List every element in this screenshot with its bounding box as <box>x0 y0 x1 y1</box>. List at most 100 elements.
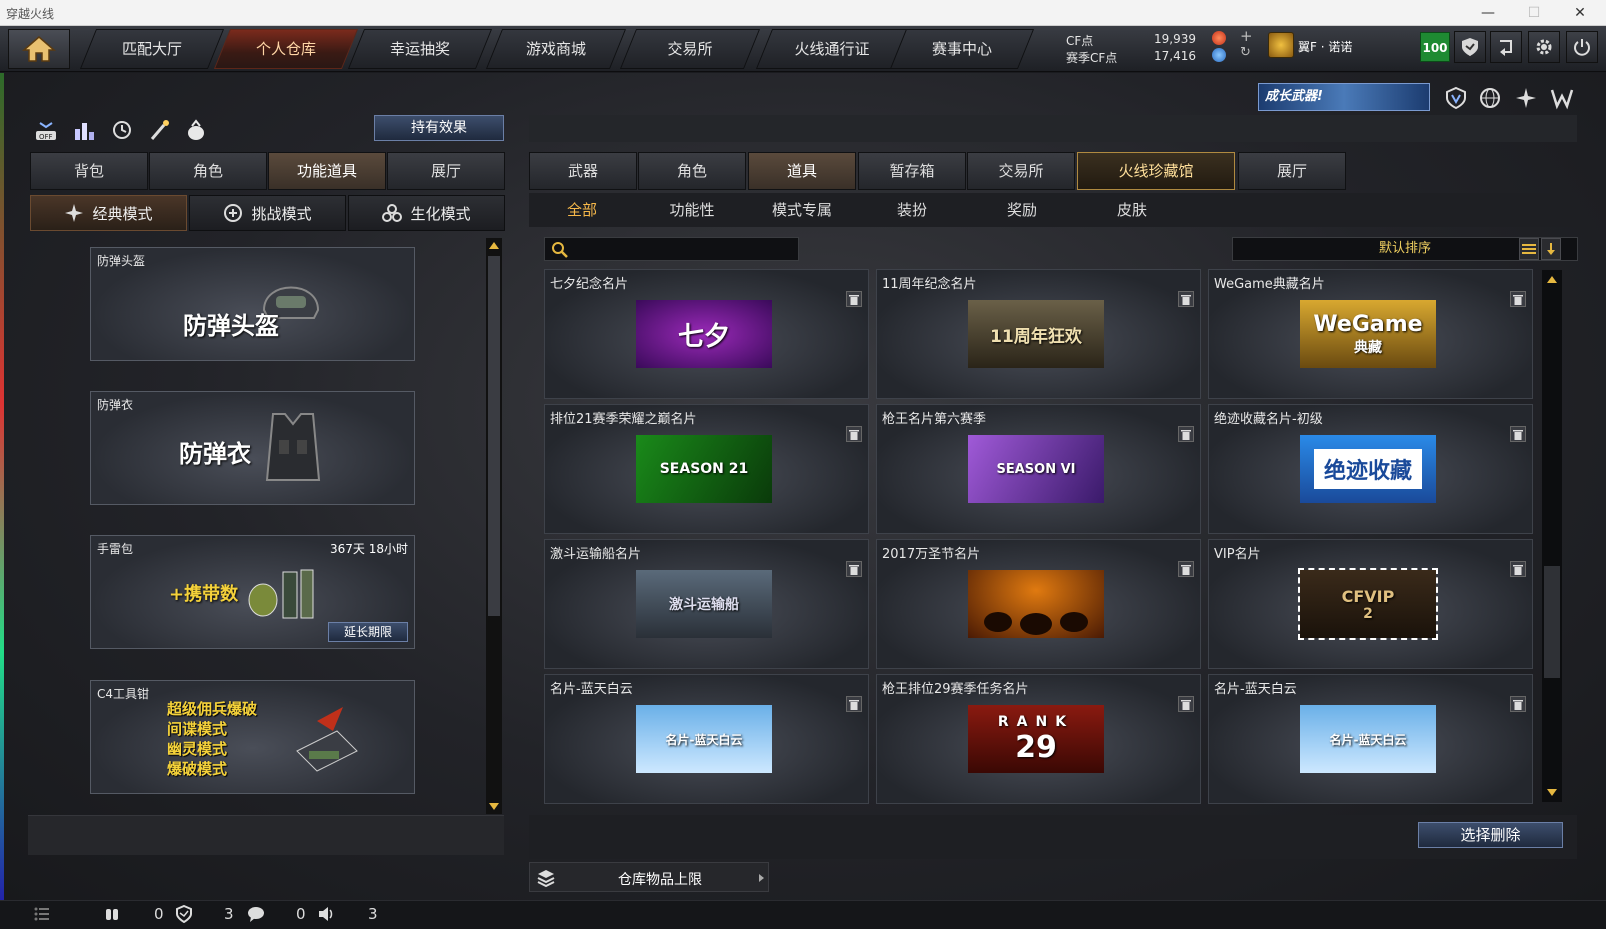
left-tab[interactable]: 展厅 <box>387 152 505 190</box>
trash-icon[interactable] <box>1510 426 1526 442</box>
trash-icon[interactable] <box>1178 696 1194 712</box>
mode-tab[interactable]: 生化模式 <box>348 195 505 231</box>
close-button[interactable]: ✕ <box>1562 2 1598 24</box>
recharge-icon[interactable]: + <box>1240 27 1253 45</box>
trash-icon[interactable] <box>846 696 862 712</box>
return-icon[interactable] <box>1490 31 1522 63</box>
right-tab[interactable]: 交易所 <box>967 152 1075 190</box>
growth-weapon-banner[interactable]: 成长武器! <box>1258 83 1430 111</box>
shield-icon[interactable] <box>1454 31 1486 63</box>
friends-icon[interactable] <box>102 904 122 924</box>
collection-card[interactable]: 11周年纪念名片 11周年狂欢 <box>876 269 1201 399</box>
gear-icon[interactable] <box>1528 31 1560 63</box>
trash-icon[interactable] <box>1510 696 1526 712</box>
minimize-button[interactable]: — <box>1470 2 1506 24</box>
item-card-helmet[interactable]: 防弹头盔 防弹头盔 <box>90 247 415 361</box>
right-tab[interactable]: 角色 <box>638 152 746 190</box>
scroll-down-arrow[interactable] <box>489 803 499 810</box>
collection-card[interactable]: VIP名片 CFVIP 2 <box>1208 539 1533 669</box>
history-icon[interactable] <box>108 117 136 143</box>
scroll-down-arrow[interactable] <box>1547 789 1557 796</box>
collection-card[interactable]: WeGame典藏名片 WeGame 典藏 <box>1208 269 1533 399</box>
list-view-icon[interactable] <box>1519 238 1539 260</box>
trash-icon[interactable] <box>846 426 862 442</box>
right-tab[interactable]: 道具 <box>748 152 856 190</box>
nav-tab[interactable]: 火线通行证 <box>755 29 909 69</box>
left-tab[interactable]: 角色 <box>149 152 267 190</box>
trash-icon[interactable] <box>1510 291 1526 307</box>
capacity-bar[interactable]: 仓库物品上限 <box>529 862 769 892</box>
magic-icon[interactable] <box>146 117 174 143</box>
scroll-thumb[interactable] <box>488 256 500 616</box>
hold-effect-button[interactable]: 持有效果 <box>374 115 504 141</box>
nav-tab[interactable]: 交易所 <box>619 29 761 69</box>
toggle-off-icon[interactable]: OFF <box>32 117 60 143</box>
item-card-grenade-pack[interactable]: 手雷包 367天 18小时 +携带数 延长期限 <box>90 535 415 649</box>
home-button[interactable] <box>8 29 70 69</box>
trash-icon[interactable] <box>1178 291 1194 307</box>
right-tab[interactable]: 暂存箱 <box>858 152 966 190</box>
left-scrollbar[interactable] <box>486 238 502 814</box>
subtab[interactable]: 模式专属 <box>752 193 852 227</box>
card-name: 枪王名片第六赛季 <box>882 412 987 427</box>
trash-icon[interactable] <box>846 561 862 577</box>
select-delete-button[interactable]: 选择删除 <box>1418 822 1563 848</box>
subtab[interactable]: 奖励 <box>972 193 1072 227</box>
power-icon[interactable] <box>1566 31 1598 63</box>
nav-tab[interactable]: 个人仓库 <box>213 29 359 69</box>
sort-desc-icon[interactable] <box>1541 238 1561 260</box>
nav-tab[interactable]: 匹配大厅 <box>79 29 225 69</box>
badge-v-icon[interactable] <box>1442 84 1470 112</box>
collection-card[interactable]: 七夕纪念名片 七夕 <box>544 269 869 399</box>
refresh-icon[interactable]: ↻ <box>1240 45 1251 60</box>
subtab[interactable]: 全部 <box>532 193 632 227</box>
globe-icon[interactable] <box>1476 84 1504 112</box>
scroll-thumb[interactable] <box>1544 566 1560 678</box>
w-logo-icon[interactable] <box>1548 84 1576 112</box>
mode-tab[interactable]: 经典模式 <box>30 195 187 231</box>
trash-icon[interactable] <box>846 291 862 307</box>
item-card-vest[interactable]: 防弹衣 防弹衣 <box>90 391 415 505</box>
ranking-icon[interactable] <box>70 117 98 143</box>
nav-tab[interactable]: 赛事中心 <box>889 29 1035 69</box>
collection-card[interactable]: 绝迹收藏名片-初级 绝迹收藏 <box>1208 404 1533 534</box>
collection-card[interactable]: 枪王排位29赛季任务名片 RANK 29 <box>876 674 1201 804</box>
chat-icon[interactable] <box>246 904 266 924</box>
expand-arrow-icon[interactable] <box>759 874 764 882</box>
nav-tab[interactable]: 幸运抽奖 <box>347 29 493 69</box>
nav-tab[interactable]: 游戏商城 <box>485 29 627 69</box>
speaker-icon[interactable] <box>316 904 336 924</box>
level-badge[interactable]: 100 <box>1420 32 1450 62</box>
search-box[interactable] <box>544 237 799 261</box>
clan-shield-icon[interactable] <box>174 904 194 924</box>
right-scrollbar[interactable] <box>1542 270 1562 802</box>
extend-duration-button[interactable]: 延长期限 <box>328 622 408 642</box>
collection-card[interactable]: 名片-蓝天白云 名片-蓝天白云 <box>544 674 869 804</box>
sparkle-icon[interactable] <box>1512 84 1540 112</box>
collection-card[interactable]: 2017万圣节名片 <box>876 539 1201 669</box>
menu-list-icon[interactable] <box>32 904 52 924</box>
scroll-up-arrow[interactable] <box>489 242 499 249</box>
collection-card[interactable]: 激斗运输船名片 激斗运输船 <box>544 539 869 669</box>
right-tab[interactable]: 武器 <box>529 152 637 190</box>
subtab[interactable]: 功能性 <box>642 193 742 227</box>
trash-icon[interactable] <box>1178 426 1194 442</box>
collection-card[interactable]: 名片-蓝天白云 名片-蓝天白云 <box>1208 674 1533 804</box>
collection-card[interactable]: 枪王名片第六赛季 SEASON VI <box>876 404 1201 534</box>
search-input[interactable] <box>573 240 795 258</box>
subtab[interactable]: 装扮 <box>862 193 962 227</box>
trash-icon[interactable] <box>1178 561 1194 577</box>
bag-icon[interactable] <box>182 117 210 143</box>
maximize-button[interactable]: ☐ <box>1516 2 1552 24</box>
right-tab[interactable]: 展厅 <box>1238 152 1346 190</box>
collection-card[interactable]: 排位21赛季荣耀之巅名片 SEASON 21 <box>544 404 869 534</box>
left-tab[interactable]: 背包 <box>30 152 148 190</box>
trash-icon[interactable] <box>1510 561 1526 577</box>
scroll-up-arrow[interactable] <box>1547 276 1557 283</box>
right-tab[interactable]: 火线珍藏馆 <box>1077 152 1235 190</box>
card-image-text: SEASON VI <box>996 461 1076 477</box>
subtab[interactable]: 皮肤 <box>1082 193 1182 227</box>
left-tab[interactable]: 功能道具 <box>268 152 386 190</box>
item-card-c4-pliers[interactable]: C4工具钳 超级佣兵爆破 间谍模式 幽灵模式 爆破模式 <box>90 680 415 794</box>
mode-tab[interactable]: 挑战模式 <box>189 195 346 231</box>
